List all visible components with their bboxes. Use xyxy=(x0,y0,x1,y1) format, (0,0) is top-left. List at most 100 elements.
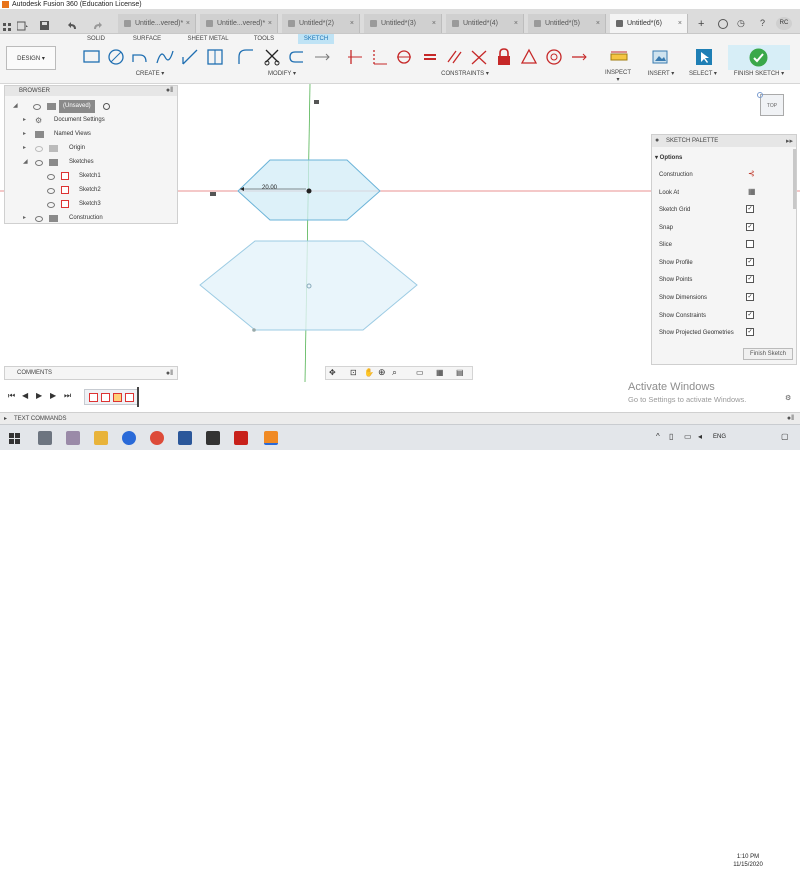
notifications-icon[interactable]: ◷ xyxy=(737,18,745,29)
doc-tab[interactable]: Untitle...vered)* × xyxy=(200,14,278,33)
collinear-icon[interactable] xyxy=(370,47,390,67)
sketch-grid-checkbox[interactable]: ✓ xyxy=(746,205,754,213)
look-at-nav-icon[interactable]: ⊡ xyxy=(350,368,357,377)
expand-icon[interactable]: ◢ xyxy=(13,100,18,113)
new-tab-icon[interactable]: + xyxy=(698,18,704,30)
notification-center-icon[interactable]: ▢ xyxy=(781,432,789,441)
panel-expand-icon[interactable]: ▸▸ xyxy=(786,137,793,145)
close-icon[interactable]: × xyxy=(678,14,682,33)
palette-scrollbar[interactable] xyxy=(793,149,796,209)
acrobat-icon[interactable] xyxy=(234,431,248,445)
visibility-eye-icon[interactable] xyxy=(47,188,55,194)
concentric-icon[interactable] xyxy=(394,47,414,67)
orbit-icon[interactable]: ✥ xyxy=(329,368,336,377)
zoom-icon[interactable]: ⊕ xyxy=(378,367,386,378)
show-projected-geometries-checkbox[interactable]: ✓ xyxy=(746,328,754,336)
doc-tab[interactable]: Untitled*(2) × xyxy=(282,14,360,33)
construction-toggle-icon[interactable]: ⊰ xyxy=(748,169,755,178)
panel-collapse-icon[interactable]: ●‖ xyxy=(166,87,173,94)
grid-settings-icon[interactable]: ▦ xyxy=(436,368,444,377)
timeline-sketch-icon[interactable] xyxy=(89,393,98,402)
panel-pin-icon[interactable]: ● xyxy=(655,137,659,144)
play-icon[interactable]: ▶ xyxy=(36,391,42,400)
show-dimensions-checkbox[interactable]: ✓ xyxy=(746,293,754,301)
tab-surface[interactable]: SURFACE xyxy=(131,34,163,44)
job-status-icon[interactable] xyxy=(718,19,728,29)
close-icon[interactable]: × xyxy=(186,14,190,33)
user-avatar[interactable]: RC xyxy=(776,17,792,30)
fillet-icon[interactable] xyxy=(236,47,256,67)
viewcube[interactable]: TOP xyxy=(760,94,784,116)
panel-collapse-icon[interactable]: ●‖ xyxy=(166,367,173,380)
close-icon[interactable]: × xyxy=(514,14,518,33)
visibility-eye-icon[interactable] xyxy=(35,146,43,152)
select-icon[interactable] xyxy=(694,47,714,67)
pan-hand-icon[interactable]: ✋ xyxy=(364,368,374,377)
close-icon[interactable]: × xyxy=(432,14,436,33)
coincident-icon[interactable] xyxy=(345,47,365,67)
step-forward-icon[interactable]: ▶ xyxy=(50,391,56,400)
symmetry-icon[interactable] xyxy=(569,47,589,67)
fusion360-taskbar-icon[interactable] xyxy=(264,431,278,445)
timeline-marker[interactable] xyxy=(137,387,139,407)
text-commands-bar[interactable]: ▸ TEXT COMMANDS ●‖ xyxy=(0,412,800,424)
insert-group-label[interactable]: INSERT ▾ xyxy=(646,70,676,77)
solitaire-icon[interactable] xyxy=(206,431,220,445)
close-icon[interactable]: × xyxy=(350,14,354,33)
expand-icon[interactable]: ▸ xyxy=(23,142,26,155)
chrome-icon[interactable] xyxy=(150,431,164,445)
viewports-icon[interactable]: ▤ xyxy=(456,368,464,377)
show-profile-checkbox[interactable]: ✓ xyxy=(746,258,754,266)
workspace-switcher[interactable]: DESIGN ▾ xyxy=(6,46,56,70)
modify-group-label[interactable]: MODIFY ▾ xyxy=(262,70,302,77)
step-back-icon[interactable]: ◀ xyxy=(22,391,28,400)
fix-lock-icon[interactable] xyxy=(494,47,514,67)
perpendicular-icon[interactable] xyxy=(469,47,489,67)
app-grid-icon[interactable] xyxy=(3,23,11,31)
comments-panel[interactable]: COMMENTS ●‖ xyxy=(4,366,178,380)
trim-icon[interactable] xyxy=(262,47,282,67)
polygon-icon[interactable] xyxy=(205,47,225,67)
battery-icon[interactable]: ▭ xyxy=(684,432,692,441)
snap-checkbox[interactable]: ✓ xyxy=(746,223,754,231)
tray-chevron-icon[interactable]: ^ xyxy=(656,432,660,441)
expand-icon[interactable]: ▸ xyxy=(23,212,26,225)
expand-icon[interactable]: ◢ xyxy=(23,156,28,169)
close-icon[interactable]: × xyxy=(596,14,600,33)
finish-sketch-button[interactable] xyxy=(728,45,790,70)
paint-icon[interactable] xyxy=(66,431,80,445)
language-indicator[interactable]: ENG xyxy=(713,434,726,440)
close-icon[interactable]: × xyxy=(268,14,272,33)
modify-more-icon[interactable] xyxy=(312,47,332,67)
dimension-value[interactable]: 20.00 xyxy=(262,185,277,191)
tangent-icon[interactable] xyxy=(544,47,564,67)
timeline-sketch-icon[interactable] xyxy=(125,393,134,402)
equal-icon[interactable] xyxy=(420,47,440,67)
display-settings-icon[interactable]: ▭ xyxy=(416,368,424,377)
expand-icon[interactable]: ▸ xyxy=(23,128,26,141)
expand-icon[interactable]: ▸ xyxy=(23,114,26,127)
show-constraints-checkbox[interactable]: ✓ xyxy=(746,311,754,319)
tab-tools[interactable]: TOOLS xyxy=(251,34,277,44)
circle-icon[interactable] xyxy=(106,47,126,67)
app-circle-icon[interactable] xyxy=(122,431,136,445)
network-icon[interactable]: ▯ xyxy=(669,432,673,441)
go-to-end-icon[interactable]: ⏭ xyxy=(64,391,71,401)
options-section-header[interactable]: ▾ Options xyxy=(655,152,682,164)
browser-item-root[interactable]: ◢ (Unsaved) xyxy=(13,100,173,113)
file-menu-icon[interactable] xyxy=(16,21,29,31)
timeline-settings-gear-icon[interactable]: ⚙ xyxy=(785,394,791,402)
timeline-sketch-icon[interactable] xyxy=(101,393,110,402)
visibility-eye-icon[interactable] xyxy=(47,174,55,180)
midpoint-icon[interactable] xyxy=(519,47,539,67)
doc-tab[interactable]: Untitled*(3) × xyxy=(364,14,442,33)
doc-tab[interactable]: Untitled*(5) × xyxy=(528,14,606,33)
go-to-start-icon[interactable]: ⏮ xyxy=(8,391,15,401)
windows-start-icon[interactable] xyxy=(9,433,20,444)
arc-icon[interactable] xyxy=(130,47,150,67)
slice-checkbox[interactable] xyxy=(746,240,754,248)
select-group-label[interactable]: SELECT ▾ xyxy=(688,70,718,77)
visibility-eye-icon[interactable] xyxy=(35,160,43,166)
help-icon[interactable]: ? xyxy=(760,18,765,28)
undo-icon[interactable] xyxy=(68,21,78,31)
